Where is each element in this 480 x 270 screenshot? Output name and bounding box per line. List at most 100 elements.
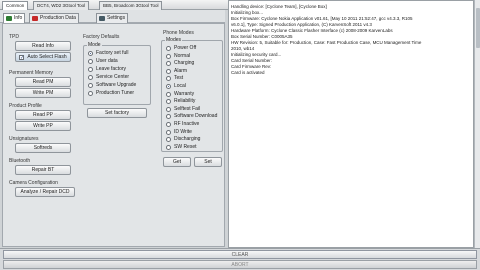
log-line: Initializing security card... — [231, 52, 282, 57]
phone-modes-group: Modes Power Off Normal Charging Alarm Test Lo… — [161, 37, 223, 152]
phone-mode-option[interactable]: Warranty — [166, 91, 194, 98]
set-factory-button[interactable]: Set factory — [87, 108, 147, 118]
phone-mode-option-label: Charging — [174, 60, 195, 67]
tab-settings-label: Settings — [107, 15, 126, 21]
softreds-button[interactable]: Softreds — [15, 143, 71, 153]
factory-mode-radio[interactable] — [88, 83, 93, 88]
phone-mode-option[interactable]: Test — [166, 75, 183, 82]
phone-mode-option-label: Warranty — [174, 90, 195, 97]
factory-mode-option-label: Leave factory — [96, 66, 127, 72]
phone-mode-option-label: SW Reset — [174, 143, 197, 150]
phone-mode-option[interactable]: RF Inactive — [166, 121, 199, 128]
phone-mode-option[interactable]: Software Download — [166, 113, 217, 120]
factory-mode-radio[interactable] — [88, 51, 93, 56]
phone-mode-option[interactable]: ID Write — [166, 129, 192, 136]
phone-mode-radio[interactable] — [166, 122, 171, 127]
write-pm-button[interactable]: Write PM — [15, 88, 71, 98]
factory-mode-group: Mode Factory set full User data Leave fact… — [83, 42, 151, 105]
abort-button[interactable]: ABORT — [3, 260, 477, 269]
phone-mode-radio[interactable] — [166, 137, 171, 143]
top-tab-dct4[interactable]: DCT4, WD2 3Gtool Tool — [33, 1, 90, 10]
phone-mode-radio[interactable] — [166, 76, 171, 82]
factory-mode-option-label: User data — [96, 58, 118, 64]
phone-mode-option[interactable]: Normal — [166, 53, 190, 60]
factory-mode-option[interactable]: Software Upgrade — [88, 82, 136, 89]
tab-production-data[interactable]: Production Data — [29, 13, 79, 23]
factory-mode-label: Mode — [87, 42, 102, 48]
bottom-bar: CLEAR ABORT — [0, 248, 480, 270]
phone-mode-option[interactable]: Reliability — [166, 98, 195, 105]
auto-select-flash-checkbox[interactable] — [19, 54, 24, 61]
factory-mode-radio[interactable] — [88, 59, 93, 64]
log-line: Hardware Platform: Cyclone Classic Flash… — [231, 28, 393, 33]
phone-mode-radio[interactable] — [166, 61, 171, 67]
production-icon — [32, 16, 38, 21]
log-line: Box Serial Number: C0005A35 — [231, 34, 293, 39]
get-mode-button[interactable]: Get — [163, 157, 191, 167]
log-scrollbar-thumb[interactable] — [476, 8, 480, 48]
factory-mode-option[interactable]: Leave factory — [88, 66, 126, 73]
settings-icon — [99, 16, 105, 21]
log-scrollbar[interactable] — [474, 0, 480, 248]
camera-configuration-title: Camera Configuration — [9, 180, 58, 186]
log-line: 2010, wb14 — [231, 46, 255, 51]
sub-tab-bar: Info Production Data Settings — [0, 10, 225, 23]
log-line: Card Serial Number: — [231, 58, 273, 63]
phone-mode-option-label: Local — [174, 83, 186, 89]
repair-bt-button[interactable]: Repair BT — [15, 165, 71, 175]
factory-mode-option[interactable]: User data — [88, 58, 118, 65]
tab-info-label: Info — [14, 15, 23, 21]
top-tab-bb5[interactable]: BB5, Broadcom 3Gtool Tool — [99, 1, 163, 10]
factory-mode-option-label: Production Tuner — [96, 90, 135, 96]
tab-settings[interactable]: Settings — [96, 13, 129, 23]
factory-mode-option[interactable]: Factory set full — [88, 50, 129, 57]
phone-mode-radio[interactable] — [166, 91, 171, 97]
factory-mode-option-label: Factory set full — [96, 50, 129, 56]
read-pp-button[interactable]: Read PP — [15, 110, 71, 120]
auto-select-flash-toggle[interactable]: Auto Select Flash — [15, 52, 71, 62]
phone-mode-option[interactable]: Alarm — [166, 68, 187, 75]
factory-mode-radio[interactable] — [88, 91, 93, 96]
factory-defaults-title: Factory Defaults — [83, 34, 120, 40]
tpd-group-title: TPD — [9, 34, 19, 40]
phone-mode-option-label: Alarm — [174, 67, 188, 74]
phone-mode-radio[interactable] — [166, 68, 171, 74]
log-line: HW Revision: 5, Suitable for: Production… — [231, 40, 422, 45]
set-mode-button[interactable]: Set — [194, 157, 222, 167]
factory-mode-option[interactable]: Production Tuner — [88, 90, 134, 97]
top-tab-common[interactable]: Common — [2, 1, 29, 10]
phone-mode-option-label: Discharging — [174, 136, 201, 143]
phone-mode-option[interactable]: Selftest Fail — [166, 106, 200, 113]
phone-mode-radio[interactable] — [166, 129, 171, 135]
phone-mode-option-label: ID Write — [174, 128, 192, 135]
phone-mode-option[interactable]: Discharging — [166, 136, 200, 143]
phone-mode-radio[interactable] — [166, 99, 171, 105]
factory-mode-radio[interactable] — [88, 67, 93, 72]
read-pm-button[interactable]: Read PM — [15, 77, 71, 87]
read-info-button[interactable]: Read Info — [15, 41, 71, 51]
info-panel: TPD Read Info Auto Select Flash Permanen… — [2, 23, 225, 247]
analyze-repair-dcd-button[interactable]: Analyze / Repair DCD — [15, 187, 75, 197]
log-line: v6.0.1], Type: Signed Production Applica… — [231, 22, 372, 27]
phone-mode-radio[interactable] — [166, 84, 171, 89]
clear-button[interactable]: CLEAR — [3, 250, 477, 259]
unsignatures-title: Unsignatures — [9, 136, 39, 142]
phone-mode-radio[interactable] — [166, 53, 171, 59]
phone-mode-option-label: Reliability — [174, 98, 196, 105]
phone-mode-option[interactable]: Charging — [166, 60, 194, 67]
factory-mode-radio[interactable] — [88, 75, 93, 80]
phone-mode-radio[interactable] — [166, 114, 171, 120]
tab-info[interactable]: Info — [3, 13, 26, 23]
phone-mode-radio[interactable] — [166, 46, 171, 51]
phone-mode-radio[interactable] — [166, 144, 171, 150]
log-line: Card Firmware Rev: — [231, 64, 272, 69]
phone-mode-option[interactable]: SW Reset — [166, 144, 197, 151]
phone-mode-radio[interactable] — [166, 106, 171, 112]
phone-mode-option[interactable]: Local — [166, 83, 186, 90]
write-pp-button[interactable]: Write PP — [15, 121, 71, 131]
phone-mode-option[interactable]: Power Off — [166, 45, 196, 52]
info-icon — [6, 16, 12, 21]
factory-mode-option[interactable]: Service Center — [88, 74, 129, 81]
phone-mode-option-label: Normal — [174, 52, 191, 59]
phone-mode-option-label: Power Off — [174, 45, 197, 51]
